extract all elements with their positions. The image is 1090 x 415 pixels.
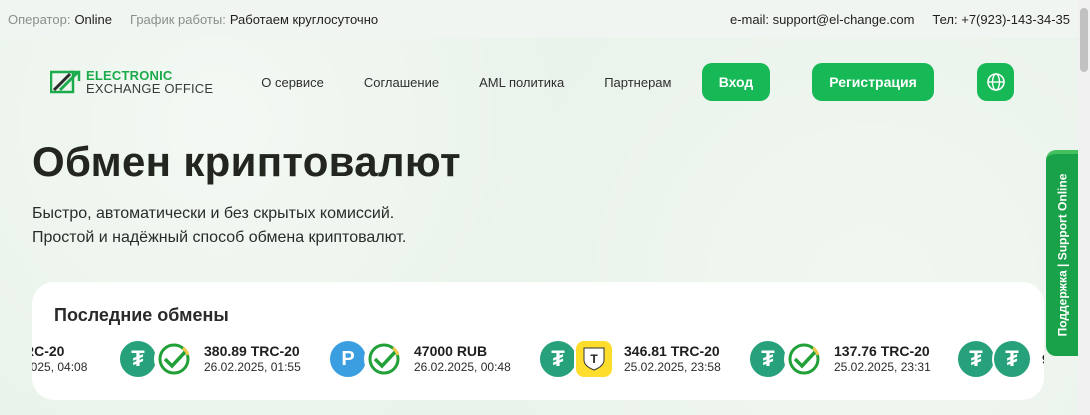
tether-icon: ₮ — [538, 339, 578, 379]
exchange-item[interactable]: ₮ T 346.81 TRC-20 25.02.2025, 23:58 — [538, 334, 721, 384]
tether-icon: ₮ — [748, 339, 788, 379]
language-button[interactable] — [977, 63, 1014, 101]
page-scrollbar[interactable] — [1078, 0, 1090, 415]
exchange-item[interactable]: ₮ 137.76 TRC-20 25.02.2025, 23:31 — [748, 334, 931, 384]
svg-text:T: T — [590, 352, 598, 366]
support-online-tab[interactable]: Поддержка | Support Online — [1046, 150, 1079, 356]
page-title: Обмен криптовалют — [32, 138, 461, 185]
nav-aml-policy[interactable]: AML политика — [479, 75, 564, 90]
contacts: e-mail: support@el-change.com Тел: +7(92… — [712, 12, 1070, 27]
nav-agreement[interactable]: Соглашение — [364, 75, 439, 90]
exchange-amount: 47000 RUB — [414, 343, 488, 359]
exchange-date: 2025, 04:08 — [32, 360, 88, 374]
site-logo[interactable]: ELECTRONIC EXCHANGE OFFICE — [50, 69, 213, 95]
exchange-item[interactable]: P 47000 RUB 26.02.2025, 00:48 — [328, 334, 511, 384]
exchange-amount: RC-20 — [32, 343, 65, 359]
phone-link[interactable]: Тел: +7(923)-143-34-35 — [932, 12, 1070, 27]
logo-icon — [50, 70, 81, 94]
schedule-value: Работаем круглосуточно — [229, 11, 379, 27]
exchange-item[interactable]: RC-20 2025, 04:08 — [32, 334, 87, 384]
exchange-amount: 346.81 TRC-20 — [624, 343, 720, 359]
sberbank-icon — [154, 339, 194, 379]
exchange-date: 26.02.2025, 01:55 — [204, 360, 301, 374]
globe-icon — [986, 73, 1005, 91]
support-label: Поддержка | Support Online — [1055, 173, 1070, 337]
exchanges-carousel: RC-20 2025, 04:08 ₮ 380.89 TRC-20 26.02.… — [32, 334, 1044, 384]
exchange-date: 26.02.2025, 00:48 — [414, 360, 511, 374]
logo-line2: EXCHANGE OFFICE — [86, 81, 214, 96]
sberbank-icon — [784, 339, 824, 379]
latest-exchanges-title: Последние обмены — [54, 305, 229, 325]
exchange-amount: 380.89 TRC-20 — [204, 343, 300, 359]
nav-about[interactable]: О сервисе — [261, 75, 324, 90]
operator-status: Оператор: Online — [8, 12, 112, 27]
hero-subtitle-line2: Простой и надёжный способ обмена криптов… — [32, 229, 407, 246]
work-schedule: График работы: Работаем круглосуточно — [130, 12, 378, 27]
hero-subtitle: Быстро, автоматически и без скрытых коми… — [32, 202, 406, 250]
latest-exchanges-card: Последние обмены RC-20 2025, 04:08 ₮ 380… — [32, 282, 1044, 400]
email-link[interactable]: e-mail: support@el-change.com — [730, 12, 914, 27]
tether-icon: ₮ — [118, 339, 158, 379]
register-button[interactable]: Регистрация — [812, 63, 934, 101]
exchange-date: 25.02.2025, 23:31 — [834, 360, 931, 374]
sberbank-icon — [364, 339, 404, 379]
exchange-amount: 137.76 TRC-20 — [834, 343, 930, 359]
exchange-item[interactable]: ₮ ₮ 9 — [956, 334, 1044, 384]
operator-value: Online — [74, 11, 113, 27]
scrollbar-thumb[interactable] — [1080, 8, 1088, 72]
exchange-item[interactable]: ₮ 380.89 TRC-20 26.02.2025, 01:55 — [118, 334, 301, 384]
hero-subtitle-line1: Быстро, автоматически и без скрытых коми… — [32, 205, 395, 222]
top-info-bar: Оператор: Online График работы: Работаем… — [0, 0, 1078, 38]
main-nav: ELECTRONIC EXCHANGE OFFICE О сервисе Сог… — [50, 62, 1030, 102]
schedule-label: График работы: — [130, 11, 226, 27]
operator-label: Оператор: — [8, 11, 71, 27]
tinkoff-icon: T — [574, 339, 614, 379]
tether-icon: ₮ — [992, 339, 1032, 379]
nav-partners[interactable]: Партнерам — [604, 75, 671, 90]
login-button[interactable]: Вход — [702, 63, 770, 101]
exchange-amount: 9 — [1042, 351, 1044, 368]
tether-icon: ₮ — [956, 339, 996, 379]
exchange-date: 25.02.2025, 23:58 — [624, 360, 721, 374]
payeer-icon: P — [328, 339, 368, 379]
